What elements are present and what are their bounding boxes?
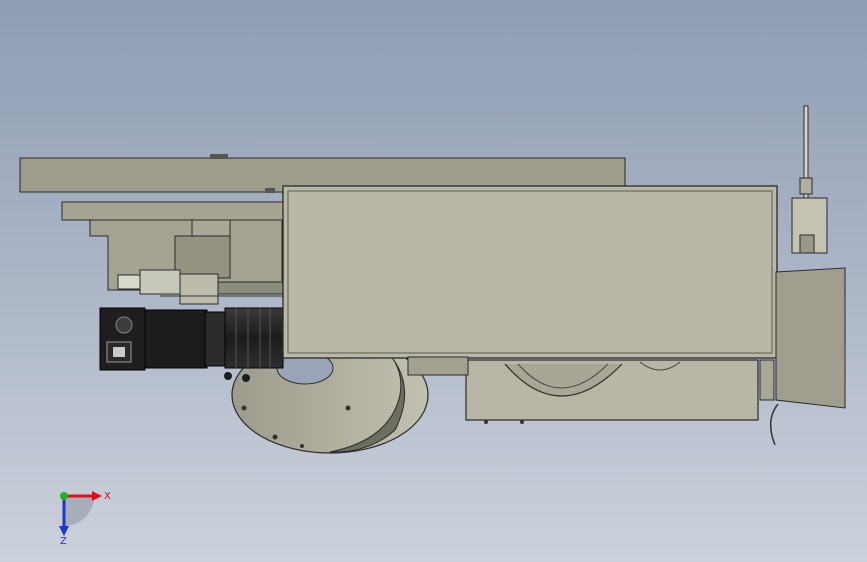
housing-bolt	[484, 420, 488, 424]
right-post	[759, 359, 775, 401]
z-axis-label: Z	[60, 536, 67, 544]
lower-spacer	[407, 356, 469, 376]
bracket-plate[interactable]	[61, 201, 288, 221]
sensor-clip	[799, 234, 815, 254]
housing-bolt	[520, 420, 524, 424]
gearbox-bolt	[224, 372, 232, 380]
x-axis-arrow	[92, 491, 102, 501]
triad-quadrant	[64, 496, 94, 526]
y-axis-dot	[60, 492, 68, 500]
driver-port-inner	[113, 347, 125, 357]
x-axis-label: X	[104, 491, 111, 502]
connector-left[interactable]	[117, 274, 141, 290]
connector-block[interactable]	[179, 273, 219, 305]
inner-block[interactable]	[174, 235, 231, 279]
drive-shaft[interactable]	[217, 281, 287, 295]
connector-body[interactable]	[139, 269, 181, 295]
right-bumper-bracket[interactable]	[775, 267, 846, 409]
z-axis-arrow	[59, 526, 69, 536]
motor-body[interactable]	[144, 309, 208, 369]
driver-connector	[115, 316, 133, 334]
gearbox[interactable]	[224, 307, 284, 369]
top-plate-bolt	[265, 188, 275, 193]
coordinate-triad-icon: X Z	[59, 491, 111, 544]
inner-block-top	[191, 219, 231, 237]
gearbox-bolt	[242, 374, 250, 382]
cad-viewport[interactable]: X Z	[0, 0, 867, 562]
cable	[769, 403, 779, 446]
sensor-rod-collar	[799, 177, 813, 195]
top-plate-bolt	[210, 154, 228, 159]
assembly-model[interactable]	[0, 0, 867, 562]
main-enclosure[interactable]	[282, 185, 778, 359]
motor-flange[interactable]	[204, 311, 226, 367]
